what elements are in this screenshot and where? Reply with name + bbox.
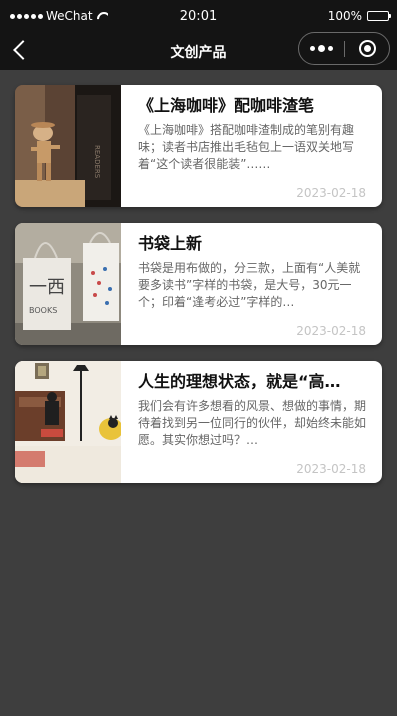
article-card[interactable]: 一西 BOOKS 书袋上新 书袋是用布做的，分三款，上面有“人美就要多读书”字样… (15, 223, 382, 345)
article-title: 人生的理想状态，就是“高… (138, 372, 341, 391)
article-title: 书袋上新 (138, 234, 203, 253)
article-date: 2023-02-18 (296, 186, 366, 200)
battery-percent: 100% (327, 9, 362, 23)
article-description: 书袋是用布做的，分三款，上面有“人美就要多读书”字样的书袋，是大号，30元一个；… (138, 261, 361, 309)
close-miniprogram-button[interactable] (345, 33, 390, 64)
article-thumbnail: READERS (15, 85, 121, 207)
close-circle-icon (359, 40, 376, 57)
article-date: 2023-02-18 (296, 462, 366, 476)
article-thumbnail: 一西 BOOKS (15, 223, 121, 345)
article-card[interactable]: 人生的理想状态，就是“高… 我们会有许多想看的风景、想做的事情，期待着找到另一位… (15, 361, 382, 483)
svg-text:BOOKS: BOOKS (29, 306, 57, 315)
more-dots-icon (310, 46, 315, 51)
svg-text:READERS: READERS (93, 145, 101, 179)
article-description: 《上海咖啡》搭配咖啡渣制成的笔别有趣味；读者书店推出毛毡包上一语双关地写着“这个… (138, 123, 355, 171)
article-card[interactable]: READERS 《上海咖啡》配咖啡渣笔 《上海咖啡》搭配咖啡渣制成的笔别有趣味；… (15, 85, 382, 207)
battery-info: 100% (327, 9, 391, 23)
svg-text:一西: 一西 (29, 277, 65, 298)
battery-icon (367, 11, 391, 21)
article-thumbnail (15, 361, 121, 483)
article-title: 《上海咖啡》配咖啡渣笔 (138, 96, 315, 115)
app-screen: WeChat 20:01 100% 文创产品 READERS 《上海咖啡》配咖啡… (0, 0, 397, 716)
article-description: 我们会有许多想看的风景、想做的事情，期待着找到另一位同行的伙伴，却始终未能如愿。… (138, 399, 367, 447)
navigation-bar: 文创产品 (0, 30, 397, 70)
article-date: 2023-02-18 (296, 324, 366, 338)
top-bar: WeChat 20:01 100% 文创产品 (0, 0, 397, 70)
miniprogram-capsule (298, 32, 390, 65)
more-options-button[interactable] (299, 33, 344, 64)
status-bar: WeChat 20:01 100% (0, 6, 397, 26)
